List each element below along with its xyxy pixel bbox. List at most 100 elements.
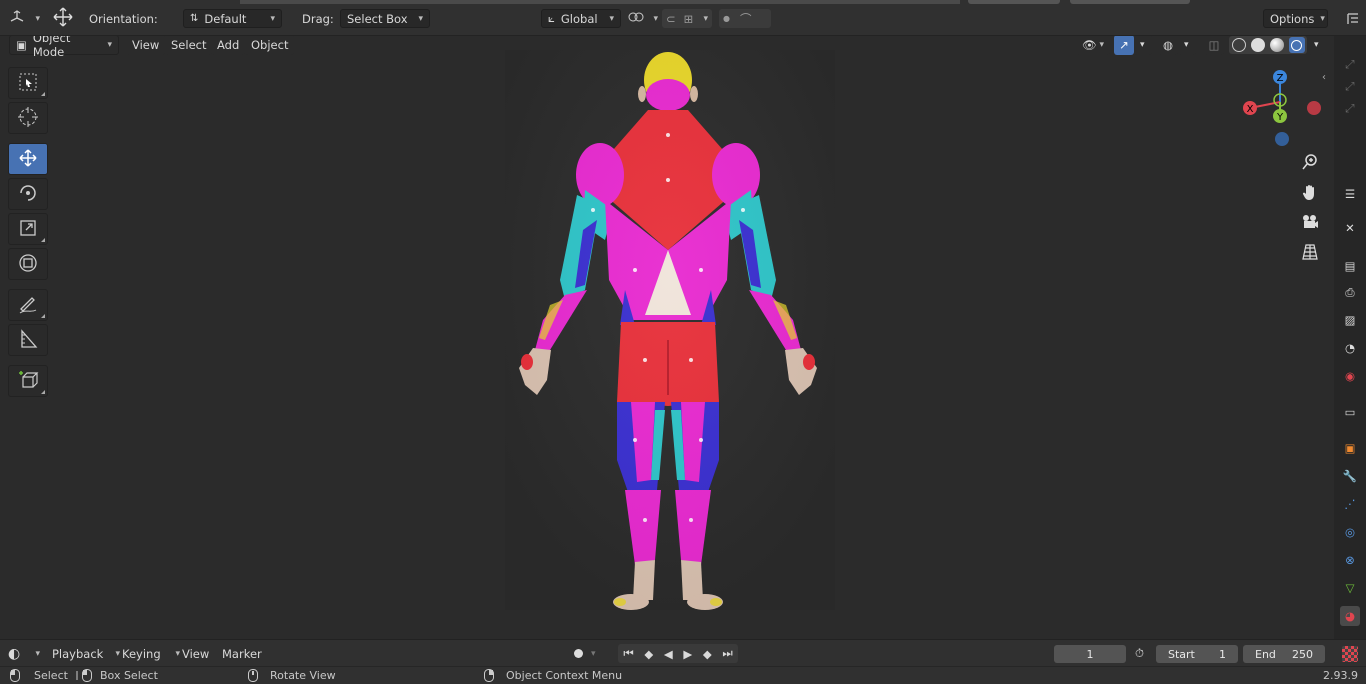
gizmo-dropdown[interactable]: ▾ [1134, 36, 1152, 55]
drag-dropdown[interactable]: Select Box ▾ [340, 9, 430, 28]
3d-viewport[interactable]: ▣ Object Mode ▾ View Select Add Object 👁… [0, 36, 1334, 639]
constraints-icon[interactable]: ⊗ [1340, 550, 1360, 570]
next-keyframe-icon[interactable]: ◆ [703, 647, 712, 661]
jump-start-icon[interactable]: ⏮ [623, 646, 633, 661]
modifier-icon[interactable]: 🔧 [1340, 466, 1360, 486]
transform-orientation-dropdown[interactable]: ⟀ Global ▾ [541, 9, 621, 28]
render-region-icon[interactable] [1342, 646, 1358, 662]
world-icon[interactable]: ◉ [1340, 366, 1360, 386]
editor-type-button[interactable]: ▾ [8, 9, 40, 28]
tool-icon[interactable]: ✕ [1340, 218, 1360, 238]
orientation-icon: ⇅ [190, 13, 199, 24]
play-icon[interactable]: ▶ [683, 647, 692, 661]
menu-timeline-view[interactable]: View [182, 644, 209, 663]
menu-view[interactable]: View [126, 36, 166, 55]
scale-icon [18, 218, 38, 241]
data-icon[interactable]: ▽ [1340, 578, 1360, 598]
select-box-icon [18, 72, 38, 95]
properties-editor-icon[interactable]: ☰ [1340, 184, 1360, 204]
add-cube-tool[interactable] [8, 365, 48, 397]
object-mode-icon: ▣ [16, 38, 27, 52]
shading-dropdown[interactable]: ▾ [1308, 36, 1324, 55]
measure-tool[interactable] [8, 324, 48, 356]
menu-add[interactable]: Add [211, 36, 246, 55]
prev-keyframe-icon[interactable]: ◆ [644, 647, 653, 661]
jump-end-icon[interactable]: ⏭ [722, 646, 732, 661]
visibility-dropdown[interactable]: 👁 ▾ [1076, 36, 1110, 55]
chevron-down-icon: ▾ [418, 13, 423, 24]
gizmo-toggle[interactable]: ↗ [1114, 36, 1134, 55]
mouse-left-icon [10, 668, 20, 683]
render-icon[interactable]: ▤ [1340, 256, 1360, 276]
sidebar-toggle-icon[interactable] [1344, 9, 1362, 28]
particles-icon[interactable]: ⋰ [1340, 494, 1360, 514]
camera-icon [1301, 213, 1319, 234]
pivot-icon [628, 10, 644, 27]
timeline-editor-type-button[interactable]: ◐ ▾ [8, 644, 40, 663]
chevron-down-icon: ▾ [1314, 40, 1319, 50]
xray-toggle[interactable]: ◫ [1204, 36, 1224, 55]
view-layer-icon[interactable]: ▨ [1340, 310, 1360, 330]
neg-x-axis-handle[interactable] [1307, 101, 1321, 115]
start-value: 1 [1219, 647, 1226, 661]
orientation-dropdown[interactable]: ⇅ Default ▾ [183, 9, 282, 28]
annotate-tool[interactable] [8, 289, 48, 321]
keying-label: Keying [122, 646, 161, 661]
current-frame-field[interactable]: 1 [1054, 645, 1126, 663]
chevron-down-icon: ▾ [703, 13, 708, 24]
pivot-point-dropdown[interactable]: ▾ [628, 9, 658, 28]
scale-tool[interactable] [8, 213, 48, 245]
start-frame-field[interactable]: Start 1 [1156, 645, 1238, 663]
stopwatch-icon[interactable]: ⏱ [1135, 644, 1144, 663]
proportional-editing-toggle[interactable]: ● ⌒ [719, 9, 771, 28]
rotate-tool[interactable] [8, 178, 48, 210]
zoom-button[interactable] [1298, 151, 1322, 175]
overlay-dropdown[interactable]: ▾ [1178, 36, 1196, 55]
solid-shading-icon[interactable] [1250, 38, 1265, 52]
select-box-tool[interactable] [8, 67, 48, 99]
z-axis-label: Z [1277, 73, 1284, 84]
play-reverse-icon[interactable]: ◀ [664, 647, 673, 661]
menu-select[interactable]: Select [165, 36, 213, 55]
output-icon[interactable]: ⎙ [1340, 282, 1360, 302]
muscle-anatomy-model[interactable] [505, 50, 835, 610]
snap-toggle[interactable]: ⊂ ⊞ ▾ [662, 9, 712, 28]
overlay-toggle[interactable]: ◍ [1158, 36, 1178, 55]
navigation-gizmo[interactable]: Z X Y [1236, 66, 1326, 146]
camera-view-button[interactable] [1298, 211, 1322, 235]
sidebar-expand-icon[interactable]: ‹ [1322, 72, 1326, 83]
menu-playback[interactable]: Playback ▾ [46, 644, 126, 663]
transform-icon [17, 252, 39, 277]
menu-keying[interactable]: Keying ▾ [116, 644, 186, 663]
collection-icon[interactable]: ▭ [1340, 402, 1360, 422]
perspective-toggle-button[interactable] [1298, 241, 1322, 265]
scene-icon[interactable]: ◔ [1340, 338, 1360, 358]
tool-options-corner [41, 238, 45, 242]
end-frame-field[interactable]: End 250 [1243, 645, 1325, 663]
wireframe-shading-icon[interactable] [1231, 38, 1246, 52]
physics-icon[interactable]: ◎ [1340, 522, 1360, 542]
neg-z-axis-handle[interactable] [1275, 132, 1289, 146]
object-icon[interactable]: ▣ [1340, 438, 1360, 458]
auto-keying-toggle[interactable]: ▾ [574, 644, 610, 663]
x-axis-label: X [1247, 104, 1254, 115]
transform-tool-icon-button[interactable] [50, 7, 76, 28]
menu-object[interactable]: Object [245, 36, 295, 55]
material-icon[interactable]: ◕ [1340, 606, 1360, 626]
material-shading-icon[interactable] [1269, 38, 1284, 52]
properties-tab-column: ⤢ ⤢ ⤢ ☰ ✕ ▤ ⎙ ▨ ◔ ◉ ▭ ▣ 🔧 ⋰ ◎ ⊗ ▽ ◕ [1334, 36, 1366, 639]
transform-tool[interactable] [8, 248, 48, 280]
options-label: Options [1270, 11, 1315, 26]
move-tool[interactable] [8, 143, 48, 175]
options-dropdown[interactable]: Options ▾ [1263, 9, 1328, 28]
scene-strip [1070, 0, 1190, 4]
zoom-icon [1301, 153, 1319, 174]
status-context-menu-label: Object Context Menu [506, 669, 623, 682]
pan-button[interactable] [1298, 181, 1322, 205]
mode-dropdown[interactable]: ▣ Object Mode ▾ [9, 36, 119, 59]
cursor-tool[interactable] [8, 102, 48, 134]
tool-options-corner [41, 314, 45, 318]
menu-marker[interactable]: Marker [222, 644, 262, 663]
rendered-shading-icon[interactable] [1288, 37, 1305, 53]
mouse-middle-icon [248, 668, 258, 683]
